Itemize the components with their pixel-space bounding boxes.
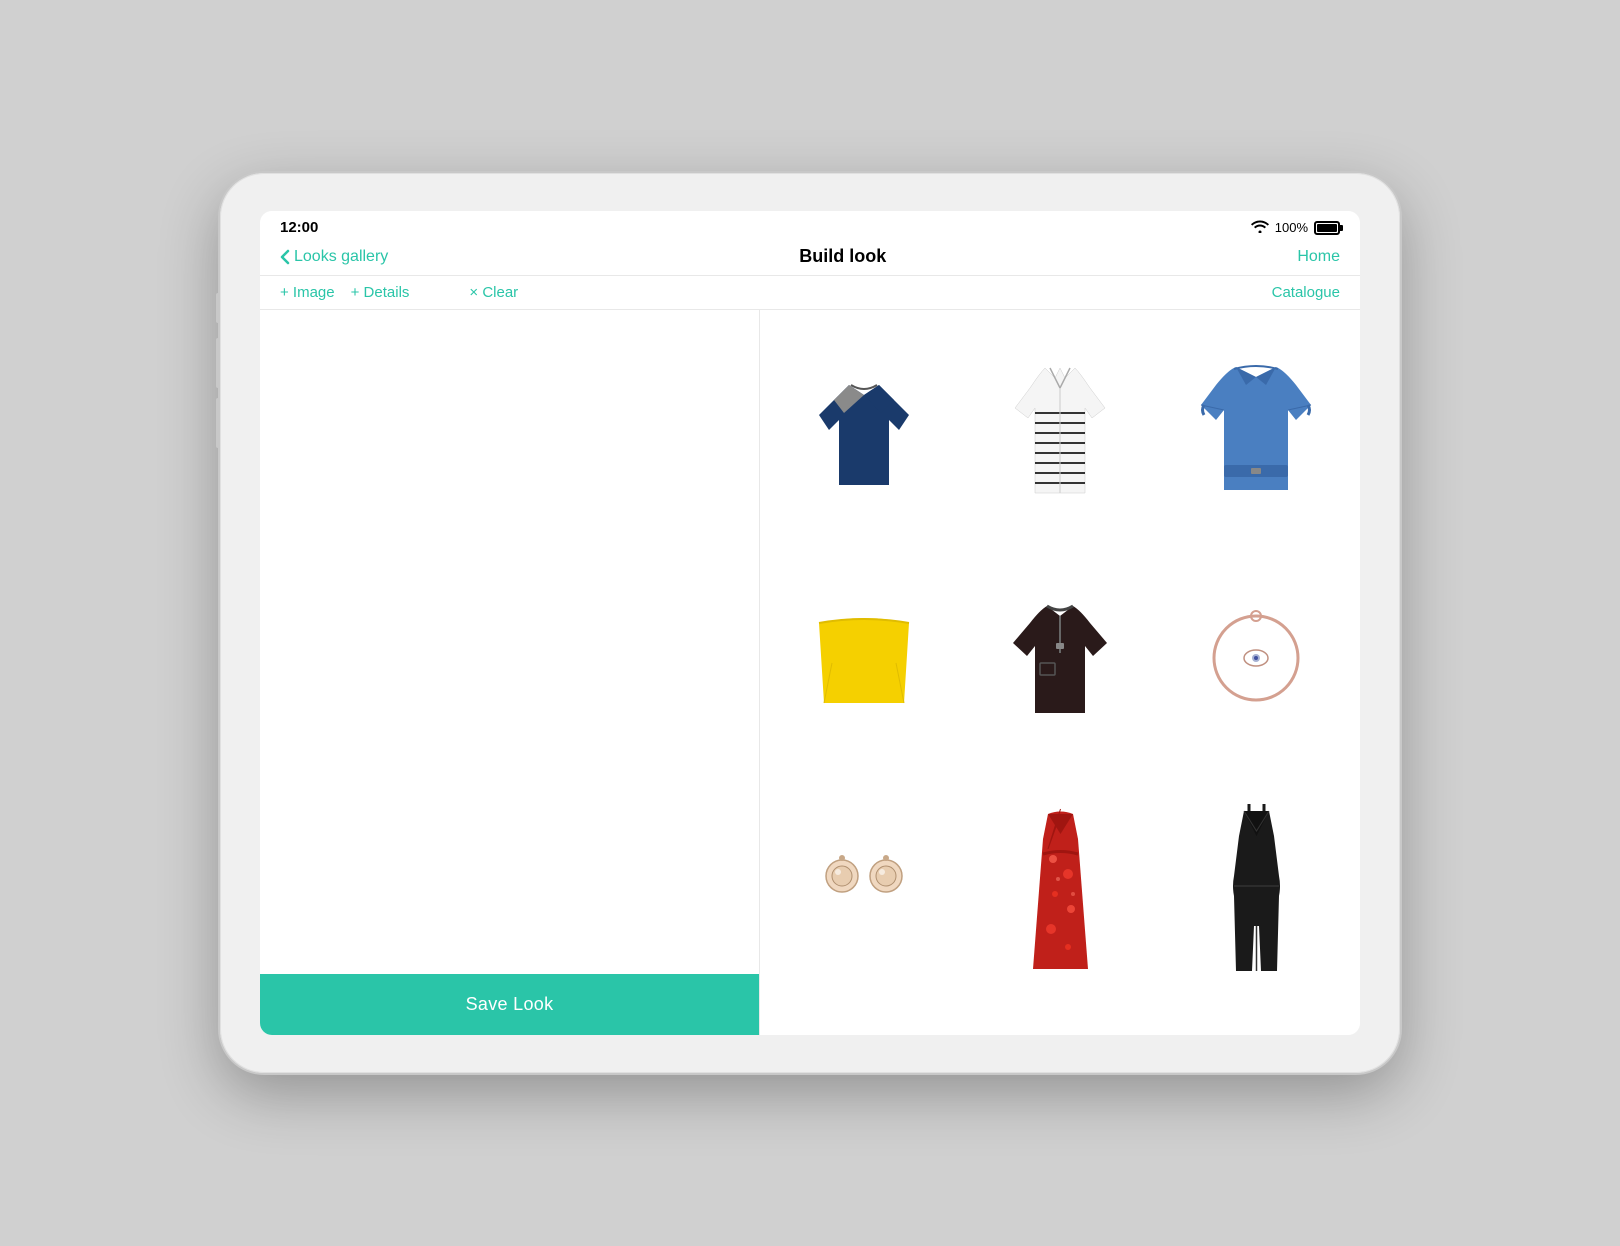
item-visual-yellow-top xyxy=(804,578,924,738)
wifi-icon xyxy=(1251,219,1269,236)
status-time: 12:00 xyxy=(280,219,318,236)
left-panel: Save Look xyxy=(260,310,760,1035)
main-content: Save Look xyxy=(260,310,1360,1035)
list-item[interactable] xyxy=(1162,776,1350,996)
item-visual-sweater-navy xyxy=(804,350,924,510)
list-item[interactable] xyxy=(770,320,958,540)
catalogue-grid xyxy=(770,320,1350,996)
toolbar-left: + Image + Details xyxy=(280,284,409,301)
list-item[interactable] xyxy=(966,548,1154,768)
right-panel xyxy=(760,310,1360,1035)
item-visual-earrings xyxy=(804,806,924,966)
page-title: Build look xyxy=(799,246,886,267)
list-item[interactable] xyxy=(1162,320,1350,540)
back-label: Looks gallery xyxy=(294,248,388,266)
battery-icon xyxy=(1314,221,1340,235)
add-details-button[interactable]: + Details xyxy=(351,284,410,301)
back-button[interactable]: Looks gallery xyxy=(280,248,388,266)
item-visual-shirt-striped xyxy=(1000,350,1120,510)
ipad-frame: 12:00 100% xyxy=(220,173,1400,1073)
ipad-screen: 12:00 100% xyxy=(260,211,1360,1035)
catalogue-button[interactable]: Catalogue xyxy=(1272,284,1340,301)
item-visual-red-dress xyxy=(1000,806,1120,966)
status-icons: 100% xyxy=(1251,219,1340,236)
clear-button[interactable]: × Clear xyxy=(469,284,518,301)
list-item[interactable] xyxy=(1162,548,1350,768)
save-look-button[interactable]: Save Look xyxy=(260,974,759,1035)
status-bar: 12:00 100% xyxy=(260,211,1360,240)
battery-fill xyxy=(1317,224,1337,232)
add-image-button[interactable]: + Image xyxy=(280,284,335,301)
list-item[interactable] xyxy=(966,320,1154,540)
toolbar: + Image + Details × Clear Catalogue xyxy=(260,276,1360,310)
side-button-volume-up[interactable] xyxy=(216,338,220,388)
side-button-volume-down[interactable] xyxy=(216,398,220,448)
nav-bar: Looks gallery Build look Home xyxy=(260,240,1360,276)
list-item[interactable] xyxy=(770,548,958,768)
item-visual-black-sweater xyxy=(1000,578,1120,738)
item-visual-bracelet xyxy=(1196,578,1316,738)
list-item[interactable] xyxy=(966,776,1154,996)
item-visual-black-jumpsuit xyxy=(1196,806,1316,966)
battery-percent: 100% xyxy=(1275,220,1308,235)
item-visual-denim-jacket xyxy=(1196,350,1316,510)
list-item[interactable] xyxy=(770,776,958,996)
side-button-mute[interactable] xyxy=(216,293,220,323)
home-button[interactable]: Home xyxy=(1297,248,1340,266)
look-canvas xyxy=(260,310,759,974)
